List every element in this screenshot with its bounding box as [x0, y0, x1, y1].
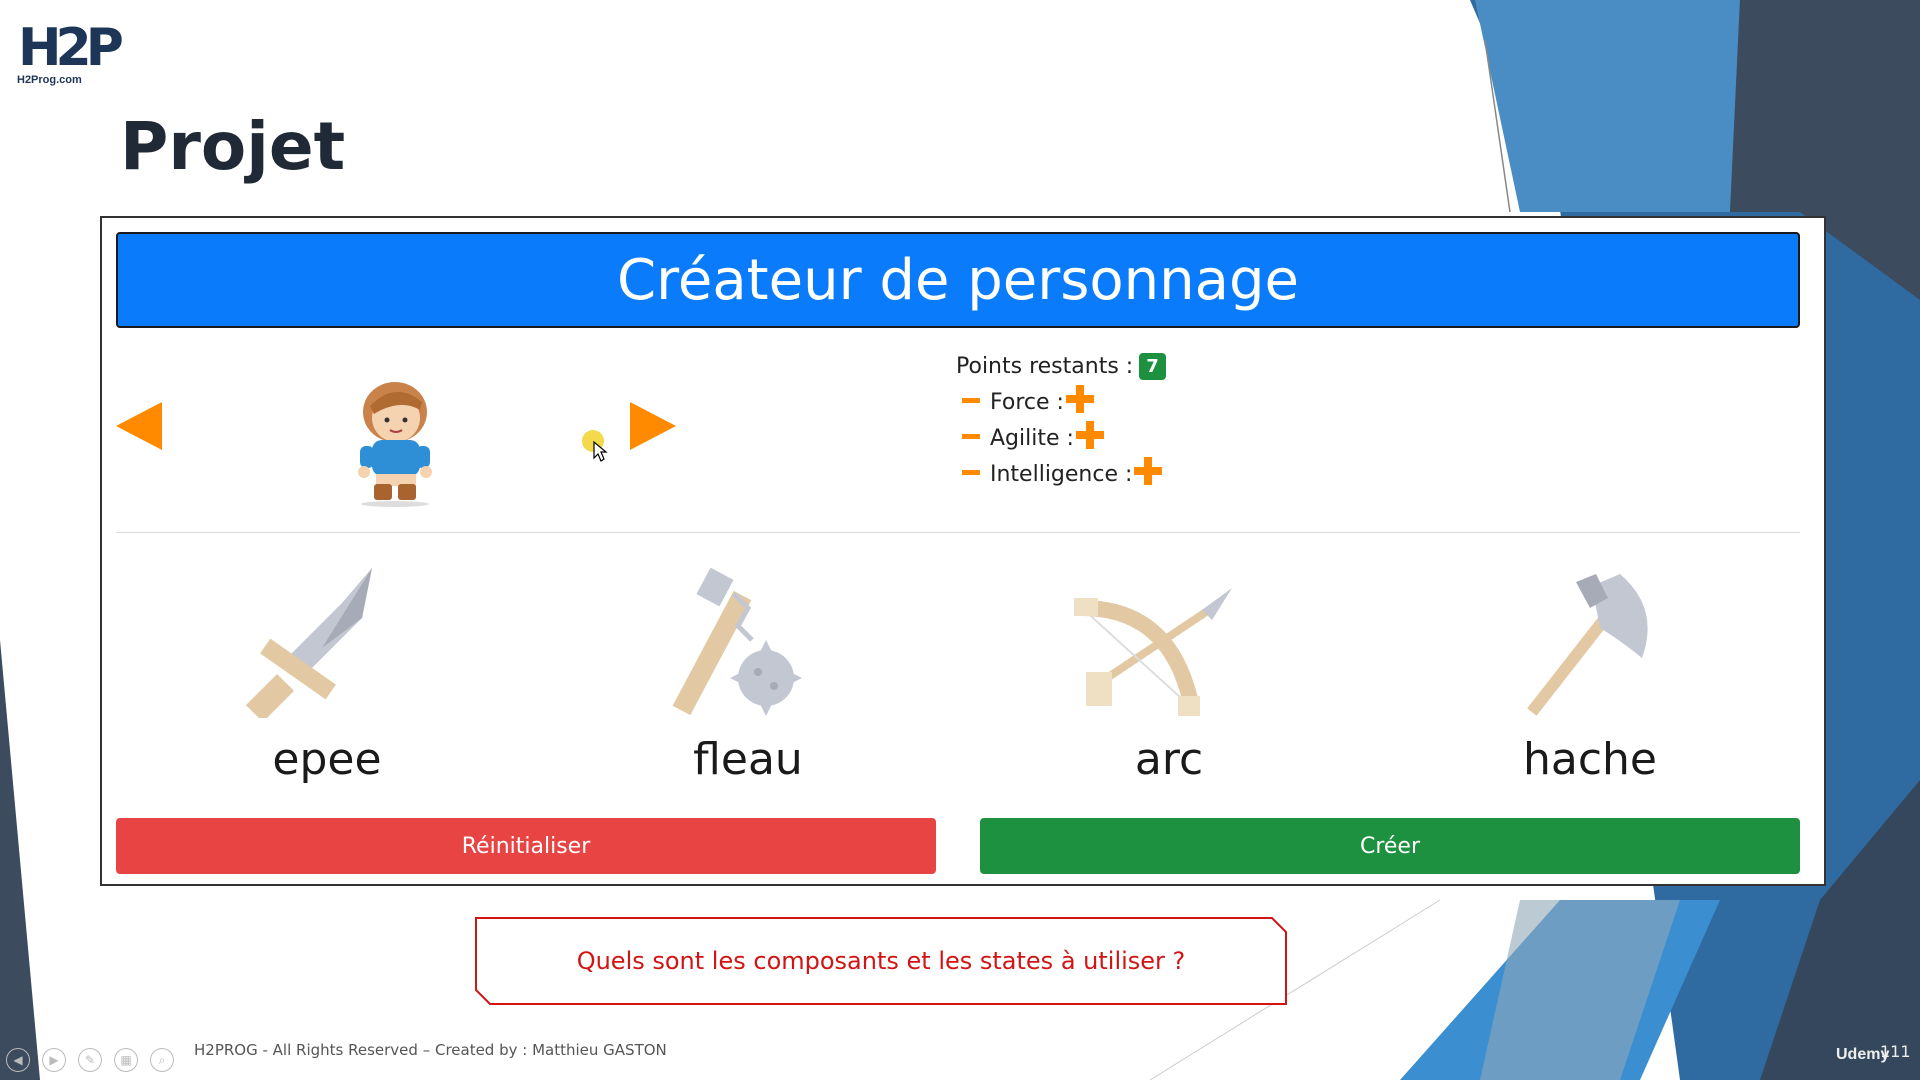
- axe-icon[interactable]: [1492, 568, 1692, 718]
- next-character-arrow-icon[interactable]: [630, 402, 676, 450]
- points-remaining: Points restants : 7: [956, 348, 1166, 384]
- stat-label-agilite: Agilite :: [990, 425, 1074, 451]
- intelligence-minus-icon[interactable]: [962, 469, 980, 475]
- agilite-plus-icon[interactable]: [1075, 421, 1104, 449]
- flail-icon[interactable]: [642, 568, 842, 718]
- points-label: Points restants :: [956, 353, 1134, 379]
- stat-row-force: Force :: [956, 384, 1166, 420]
- sword-icon[interactable]: [222, 568, 422, 718]
- create-button[interactable]: Créer: [980, 818, 1800, 874]
- weapon-label-arc: arc: [1134, 734, 1204, 785]
- stat-label-intelligence: Intelligence :: [990, 461, 1133, 487]
- pen-icon[interactable]: ✎: [78, 1048, 102, 1072]
- intelligence-plus-icon[interactable]: [1134, 457, 1163, 485]
- points-badge: 7: [1139, 352, 1166, 380]
- agilite-minus-icon[interactable]: [962, 433, 980, 439]
- weapon-label-epee: epee: [272, 734, 382, 785]
- slides-grid-icon[interactable]: ▦: [114, 1048, 138, 1072]
- logo-site: H2Prog.com: [17, 74, 82, 86]
- h2prog-logo: H2P H2Prog.com: [14, 18, 124, 88]
- previous-character-arrow-icon[interactable]: [116, 402, 162, 450]
- stat-row-agilite: Agilite :: [956, 420, 1166, 456]
- slide-number: 111: [1880, 1042, 1911, 1061]
- stats-panel: Points restants : 7 Force : Agilite : In…: [956, 348, 1166, 492]
- force-plus-icon[interactable]: [1065, 385, 1094, 413]
- zoom-icon[interactable]: ⌕: [150, 1048, 174, 1072]
- slide-footer: H2PROG - All Rights Reserved – Created b…: [194, 1041, 667, 1059]
- presentation-nav: ◀ ▶ ✎ ▦ ⌕: [6, 1048, 174, 1072]
- slide-title: Projet: [120, 108, 346, 185]
- reset-button[interactable]: Réinitialiser: [116, 818, 936, 874]
- crossbow-icon[interactable]: [1062, 568, 1262, 718]
- next-slide-icon[interactable]: ▶: [42, 1048, 66, 1072]
- weapon-label-hache: hache: [1523, 734, 1657, 785]
- question-callout: Quels sont les composants et les states …: [474, 916, 1288, 1006]
- logo-mark: H2P: [18, 18, 124, 78]
- stat-row-intelligence: Intelligence :: [956, 456, 1166, 492]
- weapon-label-fleau: fleau: [693, 734, 803, 785]
- mouse-cursor-icon: [582, 430, 608, 462]
- character-avatar-icon: [358, 382, 432, 507]
- question-text: Quels sont les composants et les states …: [576, 947, 1186, 975]
- stat-label-force: Force :: [990, 389, 1064, 415]
- app-header: Créateur de personnage: [116, 232, 1800, 328]
- character-creator-app: Créateur de personnage Points restants :…: [100, 216, 1826, 886]
- divider: [116, 532, 1800, 533]
- previous-slide-icon[interactable]: ◀: [6, 1048, 30, 1072]
- force-minus-icon[interactable]: [962, 397, 980, 403]
